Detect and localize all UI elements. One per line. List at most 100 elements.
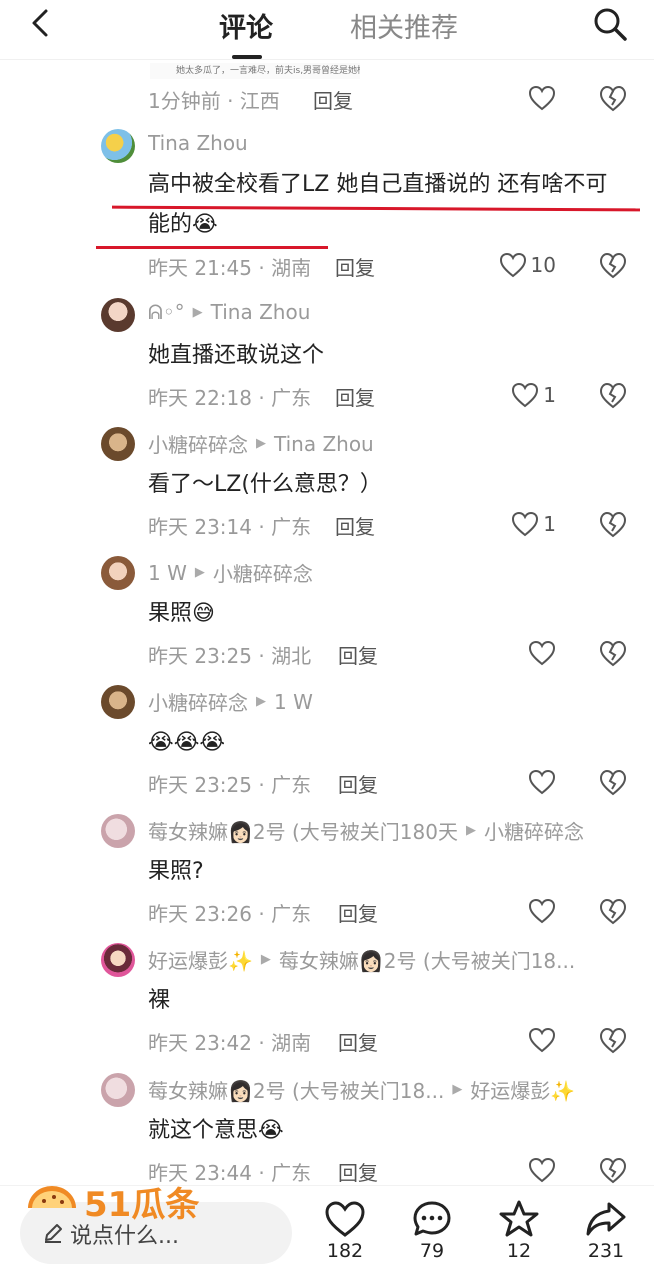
like-post-button[interactable]: 182: [315, 1200, 375, 1262]
comment-author[interactable]: 1 W ▶ 小糖碎碎念: [148, 558, 634, 587]
broken-heart-icon[interactable]: [598, 380, 628, 410]
comment-meta: 昨天 23:25 · 广东 回复: [148, 767, 634, 799]
top-nav-bar: 评论 相关推荐: [0, 0, 654, 60]
reply-button[interactable]: 回复: [338, 1027, 378, 1056]
comment-author[interactable]: 小糖碎碎念 ▶ 1 W: [148, 687, 634, 716]
avatar[interactable]: [101, 814, 135, 848]
comment-time: 昨天 23:26 · 广东: [148, 902, 312, 926]
like-button[interactable]: 1: [511, 380, 556, 410]
comment-count: 79: [419, 1240, 445, 1262]
comment-text: 就这个意思😭: [148, 1111, 624, 1151]
search-icon[interactable]: [592, 6, 628, 42]
reply-button[interactable]: 回复: [338, 898, 378, 927]
share-icon: [586, 1202, 626, 1236]
comment-time: 昨天 22:18 · 广东: [148, 386, 312, 410]
like-button[interactable]: [528, 1025, 556, 1055]
avatar[interactable]: [101, 556, 135, 590]
like-button[interactable]: [528, 896, 556, 926]
like-button[interactable]: [528, 767, 556, 797]
tab-related[interactable]: 相关推荐: [350, 6, 458, 45]
comment-meta: 昨天 23:14 · 广东 回复 1: [148, 509, 634, 541]
comment-meta: 昨天 23:25 · 湖北 回复: [148, 638, 634, 670]
like-count: 1: [543, 383, 556, 407]
broken-heart-icon[interactable]: [598, 638, 628, 668]
comment-time: 1分钟前 · 江西: [148, 89, 280, 113]
comment-author[interactable]: 莓女辣嫲👩🏻2号 (大号被关门18... ▶ 好运爆彭✨: [148, 1075, 634, 1104]
like-button[interactable]: 10: [499, 250, 556, 280]
broken-heart-icon[interactable]: [598, 767, 628, 797]
watermark-logo: 51瓜条: [28, 1185, 199, 1225]
broken-heart-icon[interactable]: [598, 1025, 628, 1055]
comment-time: 昨天 21:45 · 湖南: [148, 256, 312, 280]
comment-time: 昨天 23:25 · 广东: [148, 773, 312, 797]
avatar[interactable]: [101, 943, 135, 977]
broken-heart-icon[interactable]: [598, 1155, 628, 1185]
reply-arrow-icon: ▶: [465, 823, 476, 838]
tab-comments[interactable]: 评论: [219, 6, 273, 45]
reply-button[interactable]: 回复: [338, 1157, 378, 1185]
comment-author[interactable]: 莓女辣嫲👩🏻2号 (大号被关门180天 ▶ 小糖碎碎念: [148, 816, 634, 845]
image-snippet: 她太多瓜了，一言难尽，前夫is,男哥曾经是她榜一: [150, 63, 360, 79]
avatar[interactable]: [101, 427, 135, 461]
heart-icon: [528, 1027, 556, 1053]
heart-icon: [325, 1201, 365, 1237]
like-count: 1: [543, 512, 556, 536]
heart-icon: [512, 382, 539, 408]
comment-author[interactable]: Tina Zhou: [148, 131, 634, 155]
star-icon: [499, 1200, 539, 1237]
comment-author[interactable]: 小糖碎碎念 ▶ Tina Zhou: [148, 429, 634, 458]
like-button[interactable]: [528, 1155, 556, 1185]
comment-text: 😭😭😭: [148, 723, 624, 763]
reply-button[interactable]: 回复: [313, 85, 353, 114]
heart-icon: [512, 511, 539, 537]
comment-author[interactable]: ᕱ◦° ▶ Tina Zhou: [148, 300, 634, 324]
broken-heart-icon[interactable]: [598, 509, 628, 539]
broken-heart-icon[interactable]: [598, 250, 628, 280]
active-tab-indicator: [232, 55, 262, 59]
reply-button[interactable]: 回复: [335, 382, 375, 411]
favorite-count: 12: [506, 1240, 532, 1262]
broken-heart-icon[interactable]: [598, 896, 628, 926]
reply-arrow-icon: ▶: [256, 694, 266, 709]
heart-icon: [528, 85, 556, 111]
comment-meta: 昨天 23:26 · 广东 回复: [148, 896, 634, 928]
sweat-smile-emoji-icon: 😅: [192, 601, 215, 626]
comment-text: 她直播还敢说这个: [148, 343, 325, 368]
reply-arrow-icon: ▶: [194, 565, 205, 580]
comment-text: 果照😅: [148, 594, 624, 634]
broken-heart-icon[interactable]: [598, 83, 628, 113]
heart-icon: [528, 769, 556, 795]
crying-emoji-icon: 😭: [258, 1118, 284, 1143]
comment-bubble-icon: [413, 1201, 451, 1236]
avatar[interactable]: [101, 685, 135, 719]
reply-button[interactable]: 回复: [338, 640, 378, 669]
comment-time: 昨天 23:42 · 湖南: [148, 1031, 312, 1055]
avatar[interactable]: [101, 1073, 135, 1107]
avatar[interactable]: [101, 298, 135, 332]
heart-icon: [528, 1157, 556, 1183]
comment-text: 果照?: [148, 859, 204, 884]
comment-list[interactable]: 她太多瓜了，一言难尽，前夫is,男哥曾经是她榜一 1分钟前 · 江西 回复 Ti…: [0, 61, 654, 1185]
comment-text: 高中被全校看了LZ 她自己直播说的 还有啥不可能的😭: [148, 165, 624, 245]
avatar[interactable]: [101, 129, 135, 163]
comment-meta: 1分钟前 · 江西 回复: [148, 83, 634, 115]
comments-button[interactable]: 79: [402, 1200, 462, 1262]
comment-author[interactable]: 好运爆彭✨ ▶ 莓女辣嫲👩🏻2号 (大号被关门18...: [148, 945, 634, 974]
crying-emoji-icon: 😭😭😭: [148, 730, 226, 755]
like-button[interactable]: [528, 83, 556, 113]
like-button[interactable]: [528, 638, 556, 668]
like-button[interactable]: 1: [511, 509, 556, 539]
favorite-button[interactable]: 12: [489, 1200, 549, 1262]
comment-meta: 昨天 21:45 · 湖南 回复 10: [148, 250, 634, 282]
comment-text: 看了～LZ(什么意思？）: [148, 472, 382, 497]
reply-arrow-icon: ▶: [260, 952, 271, 967]
reply-arrow-icon: ▶: [192, 304, 203, 320]
share-button[interactable]: 231: [576, 1200, 636, 1262]
comment-text: 裸: [148, 988, 171, 1013]
reply-button[interactable]: 回复: [335, 511, 375, 540]
reply-arrow-icon: ▶: [256, 436, 266, 451]
comment-time: 昨天 23:25 · 湖北: [148, 644, 312, 668]
back-arrow-icon[interactable]: [26, 8, 56, 38]
reply-button[interactable]: 回复: [335, 252, 375, 281]
reply-button[interactable]: 回复: [338, 769, 378, 798]
